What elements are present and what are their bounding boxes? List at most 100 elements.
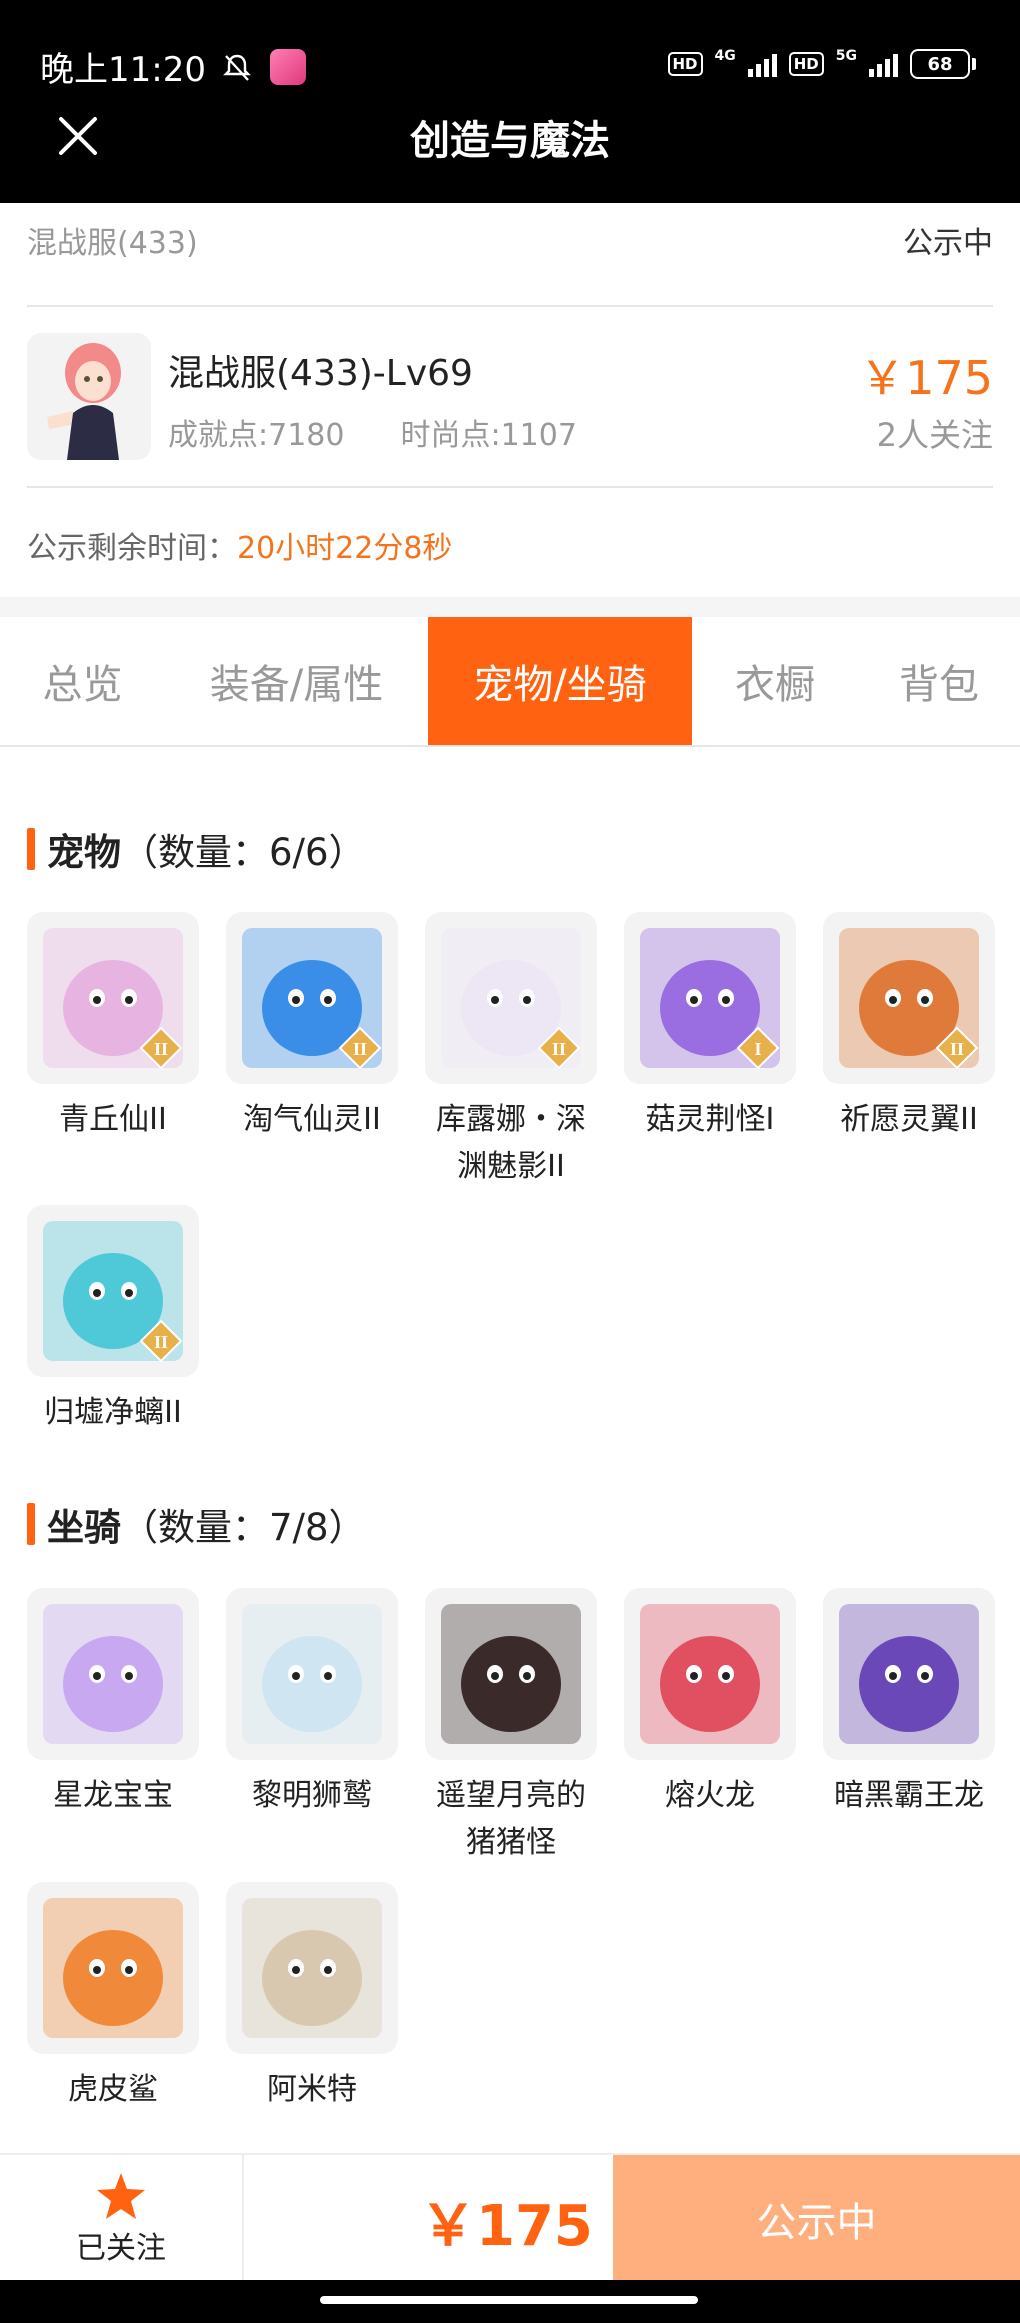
listing-price: ￥175: [859, 351, 993, 405]
section-accent-bar: [27, 828, 35, 870]
magma-dragon-icon: [624, 1588, 796, 1760]
item-name: 阿米特: [267, 2072, 357, 2107]
tab-backpack[interactable]: 背包: [858, 617, 1020, 745]
tiger-shark-icon: [27, 1882, 199, 2054]
grid-item[interactable]: 阿米特: [226, 1882, 398, 2113]
mounts-section-title: 坐骑 （数量：7/8）: [27, 1497, 366, 1551]
pets-section-title: 宠物 （数量：6/6）: [27, 822, 366, 876]
tier-badge-icon: I: [736, 1026, 780, 1070]
tier-badge-icon: II: [537, 1026, 581, 1070]
tab-wardrobe[interactable]: 衣橱: [692, 617, 858, 745]
tab-equipment[interactable]: 装备/属性: [165, 617, 428, 745]
abyss-girl-icon: II: [425, 912, 597, 1084]
svg-text:II: II: [950, 1039, 964, 1059]
section-count: （数量：6/6）: [121, 831, 366, 874]
section-name: 宠物: [47, 831, 121, 874]
battery-icon: 68: [910, 49, 976, 79]
mushroom-sprite-icon: I: [624, 912, 796, 1084]
item-name: 菇灵荆怪I: [645, 1102, 775, 1137]
page-title: 创造与魔法: [410, 118, 610, 164]
phoenix-icon: II: [823, 912, 995, 1084]
item-name: 熔火龙: [665, 1778, 755, 1813]
hd-icon: HD: [788, 52, 824, 76]
bottom-price: ￥175: [420, 2194, 593, 2259]
signal-icon: [869, 51, 898, 77]
blue-puppy-icon: II: [226, 912, 398, 1084]
tier-badge-icon: II: [139, 1026, 183, 1070]
grid-item[interactable]: 虎皮鲨: [27, 1882, 199, 2113]
network-label: 5G: [835, 48, 857, 64]
follow-label: 已关注: [76, 2231, 166, 2266]
follow-button[interactable]: 已关注: [0, 2155, 244, 2280]
divider: [27, 486, 993, 488]
grid-item[interactable]: 遥望月亮的猪猪怪: [425, 1588, 597, 1866]
signal-icon: [747, 51, 777, 77]
divider: [27, 305, 993, 307]
dark-trex-icon: [823, 1588, 995, 1760]
remaining-time-label: 公示剩余时间：: [27, 531, 237, 566]
status-time: 晚上11:20: [40, 50, 206, 90]
item-name: 黎明狮鹫: [252, 1778, 372, 1813]
grid-item[interactable]: 暗黑霸王龙: [823, 1588, 995, 1819]
section-name: 坐骑: [47, 1506, 121, 1549]
item-name: 库露娜・深渊魅影II: [436, 1102, 586, 1184]
remaining-time: 公示剩余时间：20小时22分8秒: [27, 523, 452, 567]
hd-icon: HD: [667, 52, 703, 76]
listing-status: 公示中: [903, 226, 993, 261]
server-name: 混战服(433): [27, 226, 198, 261]
status-bar-right: HD 4G HD 5G 68: [667, 48, 976, 80]
grid-item[interactable]: 星龙宝宝: [27, 1588, 199, 1819]
achievement-points: 成就点:7180: [168, 418, 345, 453]
item-name: 星龙宝宝: [53, 1778, 173, 1813]
section-accent-bar: [27, 1503, 35, 1545]
item-name: 虎皮鲨: [68, 2072, 158, 2107]
crocodile-icon: [226, 1882, 398, 2054]
remaining-time-value: 20小时22分8秒: [237, 531, 453, 566]
grid-item[interactable]: II 淘气仙灵II: [226, 912, 398, 1143]
tier-badge-icon: II: [338, 1026, 382, 1070]
follower-count: 2人关注: [876, 416, 993, 454]
grid-item[interactable]: II 祈愿灵翼II: [823, 912, 995, 1143]
pig-monster-icon: [425, 1588, 597, 1760]
star-dragon-icon: [27, 1588, 199, 1760]
item-name: 淘气仙灵II: [243, 1102, 381, 1137]
svg-text:II: II: [154, 1039, 168, 1059]
star-icon: [97, 2173, 145, 2219]
home-indicator[interactable]: [320, 2296, 698, 2304]
svg-text:II: II: [353, 1039, 367, 1059]
status-button[interactable]: 公示中: [613, 2155, 1020, 2282]
character-avatar: [27, 333, 151, 460]
grid-item[interactable]: II 青丘仙II: [27, 912, 199, 1143]
status-bar-left: 晚上11:20: [40, 42, 306, 91]
character-points: 成就点:7180 时尚点:1107: [168, 410, 577, 454]
item-name: 遥望月亮的猪猪怪: [436, 1778, 586, 1860]
app-notification-icon: [269, 48, 306, 85]
tier-badge-icon: II: [935, 1026, 979, 1070]
grid-item[interactable]: II 库露娜・深渊魅影II: [425, 912, 597, 1190]
network-label: 4G: [714, 48, 736, 64]
item-name: 暗黑霸王龙: [834, 1778, 984, 1813]
svg-text:II: II: [552, 1039, 566, 1059]
griffin-icon: [226, 1588, 398, 1760]
fashion-points: 时尚点:1107: [400, 418, 577, 453]
grid-item[interactable]: II 归墟净螭II: [27, 1205, 199, 1436]
bell-off-icon: [223, 54, 251, 81]
grid-item[interactable]: 熔火龙: [624, 1588, 796, 1819]
section-count: （数量：7/8）: [121, 1506, 366, 1549]
grid-item[interactable]: 黎明狮鹫: [226, 1588, 398, 1819]
system-nav-bar: [0, 2280, 1020, 2323]
battery-level: 68: [910, 49, 970, 79]
character-name: 混战服(433)-Lv69: [168, 353, 473, 394]
grid-item[interactable]: I 菇灵荆怪I: [624, 912, 796, 1143]
fox-spirit-icon: II: [27, 912, 199, 1084]
svg-text:I: I: [754, 1039, 761, 1059]
tab-bar: 总览 装备/属性 宠物/坐骑 衣橱 背包: [0, 617, 1020, 747]
item-name: 归墟净螭II: [44, 1395, 182, 1430]
tier-badge-icon: II: [139, 1319, 183, 1363]
tab-overview[interactable]: 总览: [0, 617, 165, 745]
section-separator: [0, 597, 1020, 617]
bottom-action-bar: 已关注 ￥175 公示中: [0, 2153, 1020, 2282]
item-name: 祈愿灵翼II: [840, 1102, 978, 1137]
tab-pets-mounts[interactable]: 宠物/坐骑: [428, 617, 692, 745]
item-name: 青丘仙II: [59, 1102, 167, 1137]
